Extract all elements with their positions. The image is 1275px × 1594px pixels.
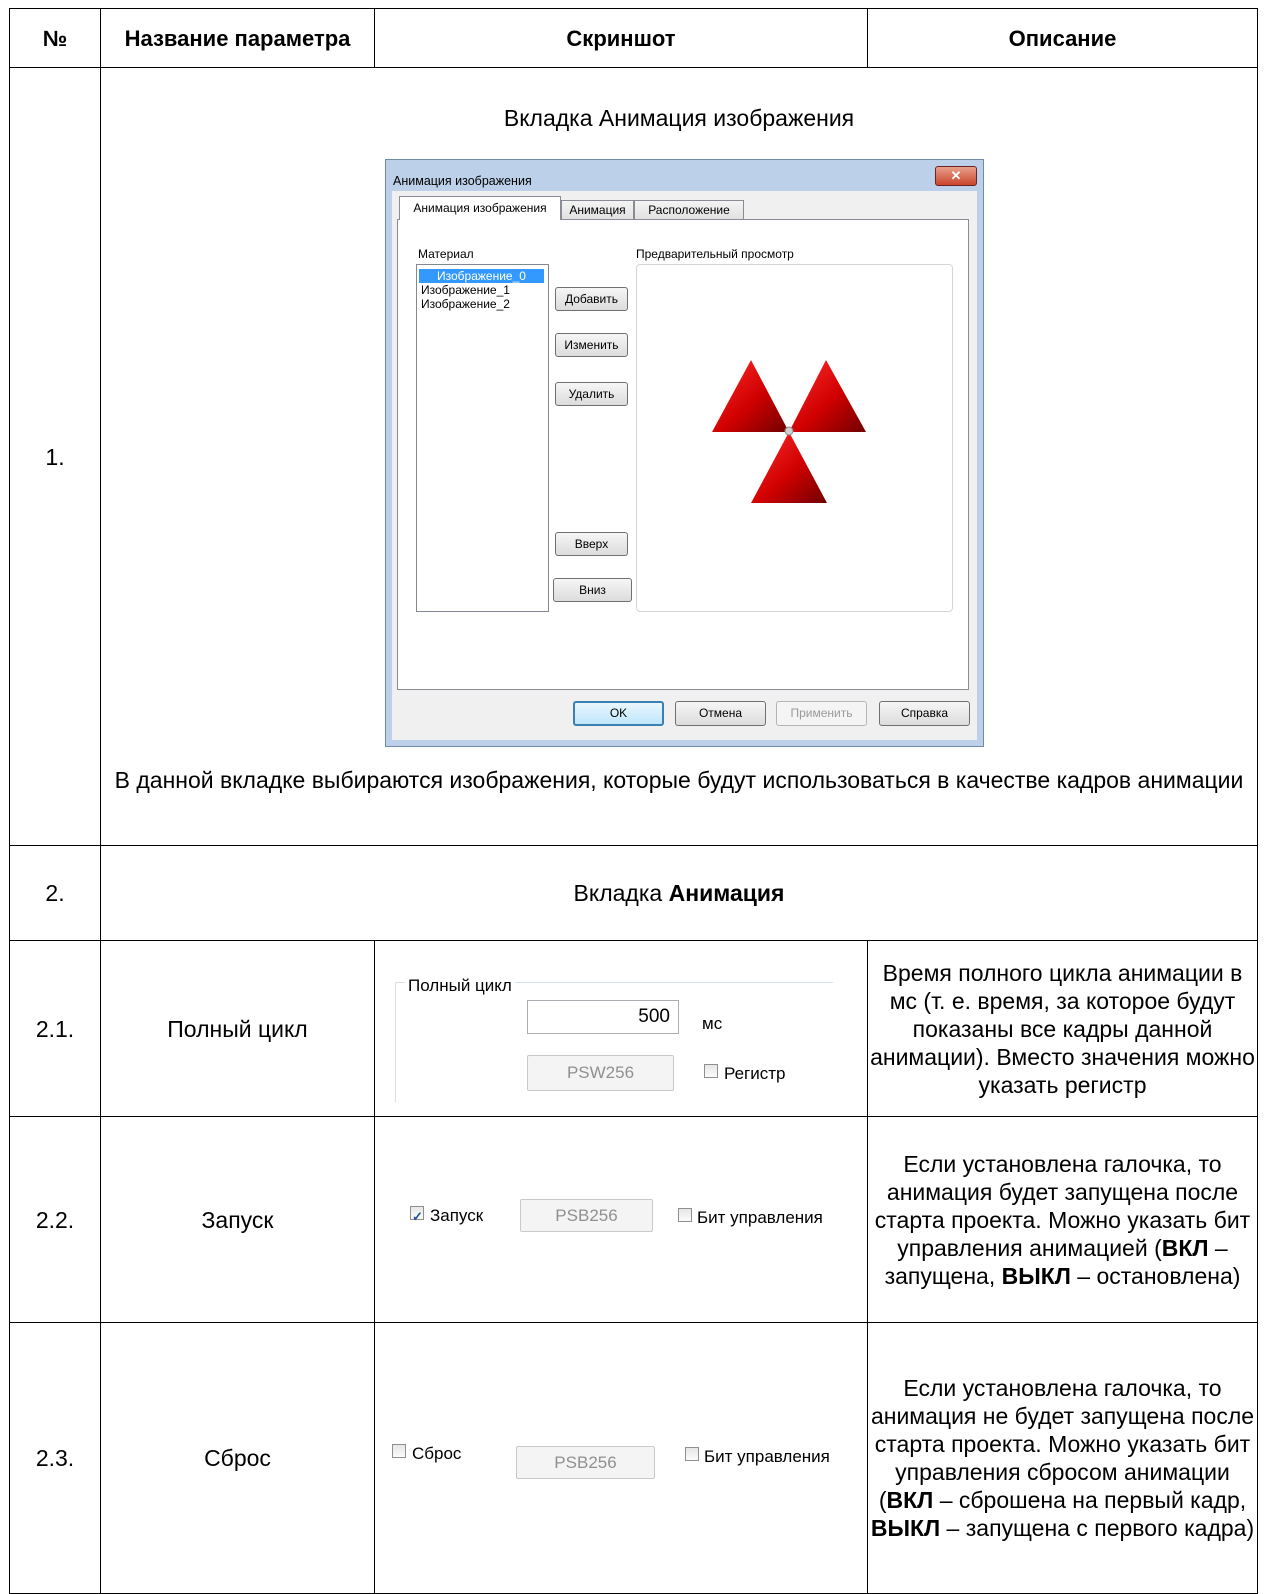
row-2-title-prefix: Вкладка <box>573 880 669 907</box>
row-2-2-screenshot: Запуск PSB256 Бит управления <box>374 1115 868 1324</box>
header-name: Название параметра <box>100 7 375 69</box>
row-1-section-title: Вкладка Анимация изображения <box>503 105 855 132</box>
row-2-3-name: Сброс <box>100 1322 375 1594</box>
full-cycle-group-label: Полный цикл <box>405 972 515 1001</box>
start-panel: Запуск PSB256 Бит управления <box>375 1117 867 1323</box>
ok-button[interactable]: OK <box>573 701 664 727</box>
cancel-button[interactable]: Отмена <box>675 701 766 727</box>
material-list[interactable]: Изображение_0 Изображение_1 Изображение_… <box>416 264 549 613</box>
row-2-3-description-off: ВЫКЛ <box>870 1515 941 1542</box>
row-2-1: 2.1. Полный цикл Полный цикл 500 мс PSW2… <box>9 940 1258 1117</box>
row-2-2-number: 2.2. <box>9 1115 101 1324</box>
row-2: 2. Вкладка Анимация <box>9 845 1258 942</box>
trefoil-preview-image <box>712 360 866 504</box>
tab-image-animation[interactable]: Анимация изображения <box>399 196 561 221</box>
row-2-3-description: Если установлена галочка, то анимация не… <box>867 1322 1258 1594</box>
dialog-close-button[interactable]: ✕ <box>935 166 977 187</box>
down-button[interactable]: Вниз <box>553 578 632 603</box>
register-checkbox[interactable] <box>704 1064 718 1079</box>
row-2-title-bold: Анимация <box>668 880 785 907</box>
header-screenshot: Скриншот <box>374 7 868 69</box>
start-control-field[interactable]: PSB256 <box>520 1198 653 1232</box>
row-2-2-description-text-3: – остановлена) <box>1070 1262 1241 1289</box>
start-control-checkbox-label: Бит управления <box>697 1207 823 1227</box>
row-2-2-name: Запуск <box>100 1115 375 1324</box>
row-1: 1. Вкладка Анимация изображения Анимация… <box>9 67 1258 847</box>
reset-checkbox-label: Сброс <box>412 1444 462 1464</box>
row-1-content: Вкладка Анимация изображения Анимация из… <box>100 67 1258 847</box>
list-item[interactable]: Изображение_1 <box>421 283 510 297</box>
row-2-1-description: Время полного цикла анимации в мс (т. е.… <box>867 940 1258 1117</box>
reset-control-checkbox-label: Бит управления <box>704 1447 830 1467</box>
header-number: № <box>9 7 101 69</box>
row-2-3-number: 2.3. <box>9 1322 101 1594</box>
image-animation-dialog: Анимация изображения ✕ Анимация изображе… <box>385 159 984 748</box>
tab-animation[interactable]: Анимация <box>561 200 634 222</box>
start-checkbox-label: Запуск <box>430 1205 484 1225</box>
header-row: № Название параметра Скриншот Описание <box>9 7 1258 69</box>
reset-panel: Сброс PSB256 Бит управления <box>375 1323 867 1593</box>
add-button[interactable]: Добавить <box>555 287 628 312</box>
row-2-1-screenshot: Полный цикл 500 мс PSW256 Регистр <box>374 940 868 1117</box>
edit-button[interactable]: Изменить <box>555 333 628 358</box>
row-2-2: 2.2. Запуск Запуск PSB256 Бит управления… <box>9 1115 1258 1324</box>
cycle-unit-label: мс <box>702 1014 723 1034</box>
full-cycle-panel: Полный цикл 500 мс PSW256 Регистр <box>375 941 867 1115</box>
help-button[interactable]: Справка <box>879 701 970 727</box>
row-1-caption: В данной вкладке выбираются изображения,… <box>114 767 1244 794</box>
row-2-3-screenshot: Сброс PSB256 Бит управления <box>374 1322 868 1594</box>
start-control-checkbox[interactable] <box>678 1207 692 1222</box>
start-checkbox[interactable] <box>410 1203 424 1231</box>
close-icon: ✕ <box>950 168 962 184</box>
tab-page: Материал Изображение_0 Изображение_1 Изо… <box>397 219 969 691</box>
list-item[interactable]: Изображение_0 <box>419 269 544 284</box>
register-checkbox-label: Регистр <box>724 1064 786 1084</box>
list-item[interactable]: Изображение_2 <box>421 297 510 311</box>
row-2-3-description-on: ВКЛ <box>886 1487 934 1514</box>
row-1-number: 1. <box>9 67 101 847</box>
reset-control-field[interactable]: PSB256 <box>516 1446 655 1480</box>
row-2-2-description-on: ВКЛ <box>1161 1234 1209 1261</box>
up-button[interactable]: Вверх <box>555 532 628 557</box>
row-2-1-name: Полный цикл <box>100 940 375 1117</box>
reset-control-checkbox[interactable] <box>685 1447 699 1462</box>
apply-button[interactable]: Применить <box>776 701 867 727</box>
register-field[interactable]: PSW256 <box>527 1055 674 1092</box>
reset-checkbox[interactable] <box>392 1444 406 1459</box>
row-2-3: 2.3. Сброс Сброс PSB256 Бит управления Е… <box>9 1322 1258 1594</box>
delete-button[interactable]: Удалить <box>555 382 628 407</box>
dialog-client: Анимация изображения Анимация Расположен… <box>392 191 977 741</box>
row-2-1-number: 2.1. <box>9 940 101 1117</box>
preview-area <box>636 264 953 613</box>
cycle-value-input[interactable]: 500 <box>527 1000 679 1035</box>
header-description: Описание <box>867 7 1258 69</box>
row-2-2-description-off: ВЫКЛ <box>1001 1262 1071 1289</box>
parameters-table: № Название параметра Скриншот Описание 1… <box>9 7 1258 1594</box>
row-2-3-description-text-2: – сброшена на первый кадр, <box>933 1487 1247 1514</box>
group-box-left-line <box>395 982 396 1103</box>
row-2-title: Вкладка Анимация <box>100 845 1258 942</box>
row-2-3-description-text-3: – запущена с первого кадра) <box>940 1515 1255 1542</box>
tab-layout[interactable]: Расположение <box>634 200 744 222</box>
row-2-number: 2. <box>9 845 101 942</box>
row-2-2-description: Если установлена галочка, то анимация бу… <box>867 1115 1258 1324</box>
